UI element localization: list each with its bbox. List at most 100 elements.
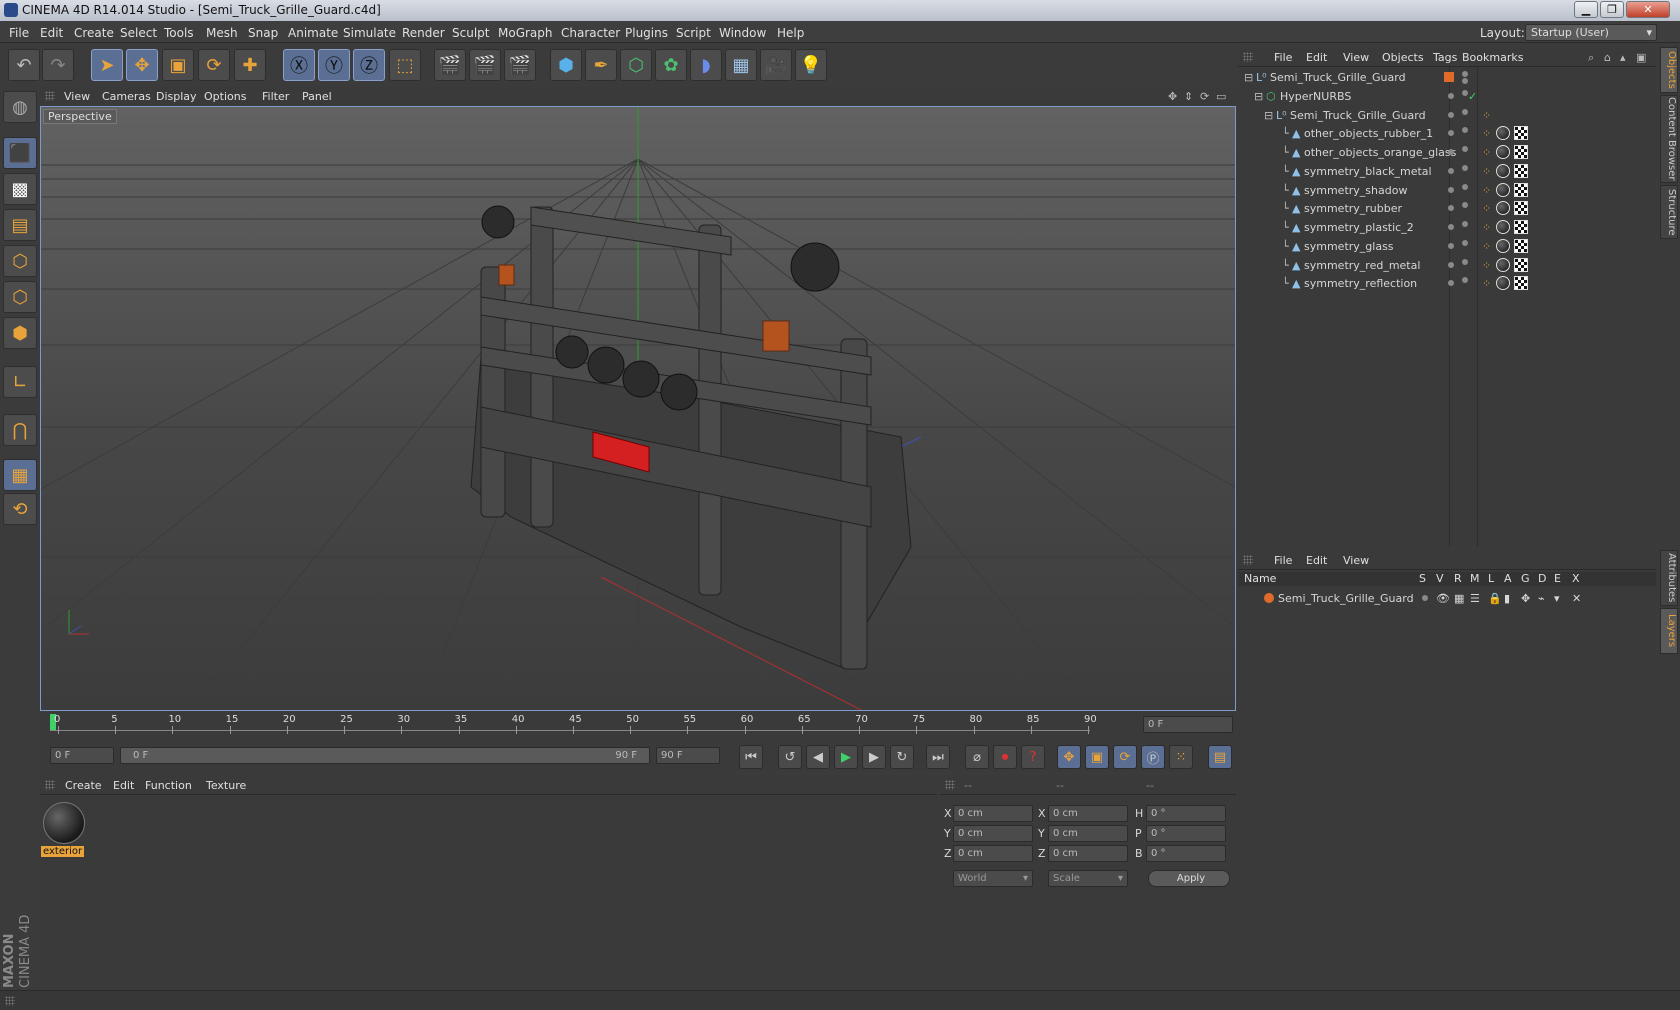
layer-col-generators[interactable]: G xyxy=(1521,572,1530,585)
menu-sculpt[interactable]: Sculpt xyxy=(452,26,489,40)
key-rotation-toggle[interactable]: ⟳ xyxy=(1113,745,1137,769)
texture-tag-icon[interactable] xyxy=(1514,238,1528,253)
undo-button[interactable]: ↶ xyxy=(8,49,40,81)
objects-menu-objects[interactable]: Objects xyxy=(1382,51,1424,64)
material-tag-icon[interactable] xyxy=(1496,126,1510,141)
menu-window[interactable]: Window xyxy=(719,26,766,40)
texture-tag-icon[interactable] xyxy=(1514,257,1528,272)
coordinate-space-dropdown[interactable]: World ▾ xyxy=(953,870,1033,887)
object-name[interactable]: symmetry_plastic_2 xyxy=(1304,221,1414,234)
size-z-field[interactable]: 0 cm xyxy=(1048,845,1128,862)
render-visibility-dot[interactable] xyxy=(1462,146,1468,152)
object-name[interactable]: Semi_Truck_Grille_Guard xyxy=(1290,109,1426,122)
frame-range-slider[interactable]: 0 F 90 F xyxy=(120,747,650,764)
object-name[interactable]: Semi_Truck_Grille_Guard xyxy=(1270,71,1406,84)
material-thumbnail[interactable] xyxy=(43,802,85,844)
redo-button[interactable]: ↷ xyxy=(42,49,74,81)
object-row[interactable]: └ ▲ other_objects_rubber_1 ⁘ xyxy=(1238,123,1656,143)
object-name[interactable]: symmetry_rubber xyxy=(1304,202,1402,215)
texture-tag-icon[interactable] xyxy=(1514,163,1528,178)
end-frame-field[interactable]: 90 F xyxy=(656,747,720,764)
perspective-viewport[interactable]: Perspective xyxy=(40,106,1236,711)
render-picture-viewer-button[interactable]: 🎬 xyxy=(469,49,501,81)
render-settings-button[interactable]: 🎬 xyxy=(504,49,536,81)
material-tag-icon[interactable] xyxy=(1496,220,1510,234)
key-position-toggle[interactable]: ✥ xyxy=(1057,745,1081,769)
rot-b-field[interactable]: 0 ° xyxy=(1146,845,1226,862)
menu-file[interactable]: File xyxy=(9,26,29,40)
render-visibility-dot[interactable] xyxy=(1462,164,1468,171)
previous-frame-button[interactable]: ◀ xyxy=(806,745,830,769)
objects-menu-edit[interactable]: Edit xyxy=(1306,51,1327,64)
x-axis-lock[interactable]: Ⓧ xyxy=(283,49,315,81)
object-row[interactable]: ⊟ ⬡ HyperNURBS ✓ xyxy=(1238,86,1656,106)
editor-visibility-dot[interactable] xyxy=(1448,130,1454,137)
menu-tools[interactable]: Tools xyxy=(164,26,194,40)
restore-button[interactable]: ❐ xyxy=(1600,1,1624,18)
material-menu-function[interactable]: Function xyxy=(145,779,192,792)
texture-tag-icon[interactable] xyxy=(1514,182,1528,197)
render-visibility-dot[interactable] xyxy=(1462,127,1468,134)
texture-tag-icon[interactable] xyxy=(1514,220,1528,234)
go-to-end-button[interactable]: ⏭ xyxy=(926,745,950,769)
play-button[interactable]: ▶ xyxy=(834,745,858,769)
key-pla-toggle[interactable]: ⁙ xyxy=(1169,745,1193,769)
render-visibility-dot[interactable] xyxy=(1462,183,1468,190)
editor-visibility-dot[interactable] xyxy=(1448,205,1454,212)
object-name[interactable]: HyperNURBS xyxy=(1280,90,1351,103)
workplane-mode-button[interactable]: ▤ xyxy=(3,209,37,241)
layer-col-manager[interactable]: M xyxy=(1470,572,1480,585)
viewport-menu-view[interactable]: View xyxy=(64,90,90,103)
symmetry-tag-icon[interactable]: ⁘ xyxy=(1482,240,1491,253)
workplane-lock-button[interactable]: ▦ xyxy=(3,459,37,491)
pos-x-field[interactable]: 0 cm xyxy=(953,805,1033,822)
layers-menu-file[interactable]: File xyxy=(1274,554,1292,567)
add-cube-button[interactable]: ⬢ xyxy=(550,49,582,81)
autokeying-button[interactable]: ⏺ xyxy=(993,745,1017,769)
symmetry-tag-icon[interactable]: ⁘ xyxy=(1482,127,1491,140)
render-visibility-dot[interactable] xyxy=(1462,221,1468,227)
symmetry-tag-icon[interactable]: ⁘ xyxy=(1482,109,1491,122)
key-parameter-toggle[interactable]: Ⓟ xyxy=(1141,745,1165,769)
symmetry-tag-icon[interactable]: ⁘ xyxy=(1482,221,1491,234)
tab-objects[interactable]: Objects xyxy=(1660,47,1678,93)
search-icon[interactable]: ⌕ xyxy=(1588,51,1594,65)
render-view-button[interactable]: 🎬 xyxy=(434,49,466,81)
z-axis-lock[interactable]: Ⓩ xyxy=(353,49,385,81)
add-nurbs-button[interactable]: ⬡ xyxy=(620,49,652,81)
layer-col-deformers[interactable]: D xyxy=(1538,572,1546,585)
size-y-field[interactable]: 0 cm xyxy=(1048,825,1128,842)
live-selection-tool[interactable]: ➤ xyxy=(91,49,123,81)
menu-select[interactable]: Select xyxy=(120,26,157,40)
render-visibility-dot[interactable] xyxy=(1462,277,1468,284)
editor-visibility-dot[interactable] xyxy=(1448,242,1454,249)
viewport-menu-options[interactable]: Options xyxy=(204,90,246,103)
enabled-check-icon[interactable]: ✓ xyxy=(1468,90,1477,103)
render-visibility-dot[interactable] xyxy=(1462,109,1468,115)
layer-col-view[interactable]: V xyxy=(1436,572,1444,585)
coordinate-system-button[interactable]: ⬚ xyxy=(389,49,421,81)
layer-col-name[interactable]: Name xyxy=(1244,572,1276,585)
menu-render[interactable]: Render xyxy=(402,26,445,40)
render-visibility-dot[interactable] xyxy=(1462,78,1468,84)
object-name[interactable]: symmetry_glass xyxy=(1304,240,1394,253)
close-button[interactable]: ✕ xyxy=(1626,1,1670,18)
deformer-toggle-icon[interactable]: ⌁ xyxy=(1538,592,1545,605)
expression-toggle-icon[interactable]: ▾ xyxy=(1554,592,1560,605)
layers-menu-view[interactable]: View xyxy=(1343,554,1369,567)
apply-button[interactable]: Apply xyxy=(1148,870,1230,887)
home-icon[interactable]: ⌂ xyxy=(1604,51,1611,64)
layers-menu-edit[interactable]: Edit xyxy=(1306,554,1327,567)
texture-mode-button[interactable]: ▩ xyxy=(3,173,37,205)
object-row[interactable]: ⊟ L⁰ Semi_Truck_Grille_Guard ⁘ xyxy=(1238,105,1656,125)
object-name[interactable]: symmetry_red_metal xyxy=(1304,259,1420,272)
editor-visibility-dot[interactable] xyxy=(1448,224,1454,230)
menu-script[interactable]: Script xyxy=(676,26,711,40)
previous-keyframe-button[interactable]: ↺ xyxy=(778,745,802,769)
viewport-zoom-icon[interactable]: ⇕ xyxy=(1184,90,1193,103)
record-keys-button[interactable]: ⌀ xyxy=(965,745,989,769)
layer-col-render[interactable]: R xyxy=(1454,572,1462,585)
editor-visibility-dot[interactable] xyxy=(1448,149,1454,155)
lock-icon[interactable]: 🔒 xyxy=(1488,592,1502,605)
points-mode-button[interactable]: ⬡ xyxy=(3,245,37,277)
